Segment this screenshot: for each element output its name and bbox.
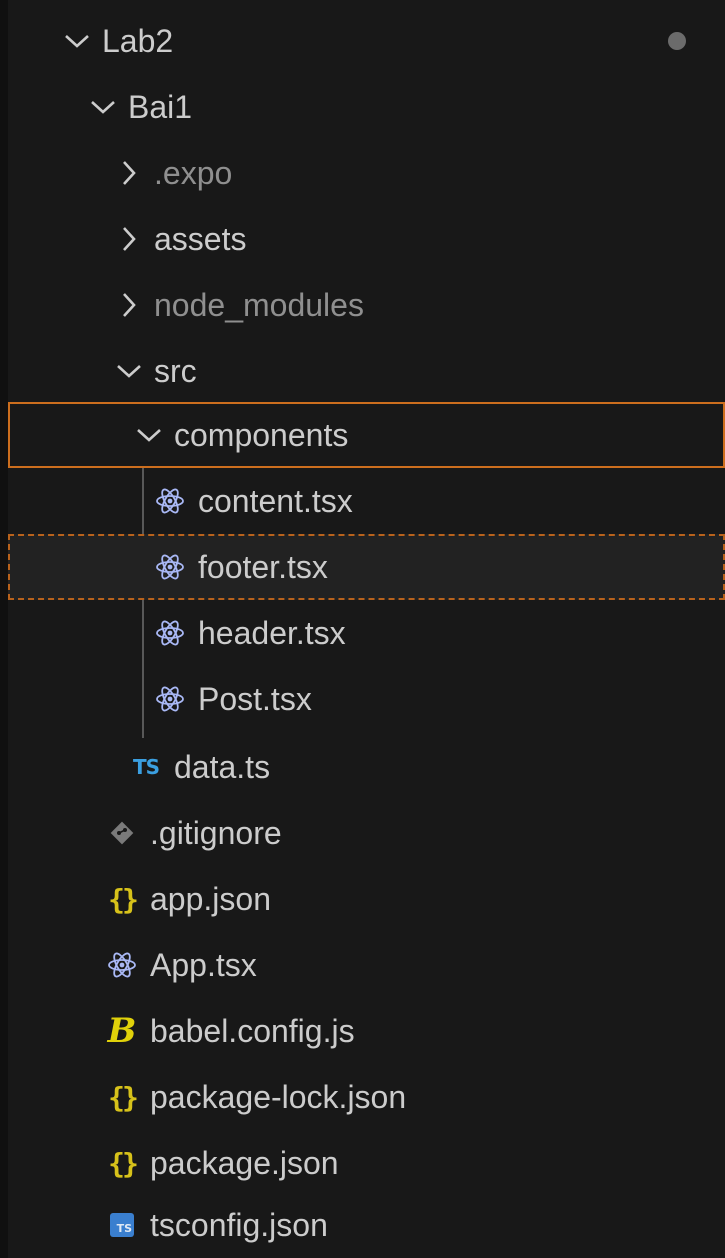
tree-item-bai1[interactable]: Bai1 bbox=[8, 74, 725, 140]
tree-item-components[interactable]: components bbox=[8, 402, 725, 468]
file-explorer: Lab2 Bai1 .expo assets node_modules src bbox=[0, 0, 725, 1258]
chevron-right-icon bbox=[112, 156, 146, 190]
tree-item-app-json[interactable]: {} app.json bbox=[8, 866, 725, 932]
file-label: tsconfig.json bbox=[150, 1207, 328, 1243]
file-label: header.tsx bbox=[198, 615, 346, 651]
react-icon bbox=[104, 947, 140, 983]
tree-item-post-tsx[interactable]: Post.tsx bbox=[8, 666, 725, 732]
tsconfig-icon: TS bbox=[104, 1207, 140, 1243]
git-icon bbox=[104, 815, 140, 851]
file-label: footer.tsx bbox=[198, 549, 328, 585]
tree-item-gitignore[interactable]: .gitignore bbox=[8, 800, 725, 866]
folder-label: src bbox=[154, 353, 197, 389]
folder-label: .expo bbox=[154, 155, 233, 191]
file-label: data.ts bbox=[174, 749, 271, 785]
tree-item-babel-config[interactable]: B babel.config.js bbox=[8, 998, 725, 1064]
tree-item-footer-tsx[interactable]: footer.tsx bbox=[8, 534, 725, 600]
activity-edge bbox=[0, 0, 8, 1258]
json-braces-icon: {} bbox=[108, 882, 139, 916]
file-label: App.tsx bbox=[150, 947, 257, 983]
file-label: Post.tsx bbox=[198, 681, 312, 717]
chevron-right-icon bbox=[112, 288, 146, 322]
tree-item-package-json[interactable]: {} package.json bbox=[8, 1130, 725, 1196]
file-label: package-lock.json bbox=[150, 1079, 407, 1115]
react-icon bbox=[152, 483, 188, 519]
chevron-down-icon bbox=[86, 90, 120, 124]
json-braces-icon: {} bbox=[108, 1146, 139, 1180]
file-label: package.json bbox=[150, 1145, 339, 1181]
folder-label: components bbox=[174, 417, 349, 453]
react-icon bbox=[152, 615, 188, 651]
typescript-icon: TS bbox=[132, 755, 160, 779]
file-label: app.json bbox=[150, 881, 271, 917]
file-label: content.tsx bbox=[198, 483, 353, 519]
file-label: .gitignore bbox=[150, 815, 282, 851]
tree-item-data-ts[interactable]: TS data.ts bbox=[8, 734, 725, 800]
chevron-down-icon bbox=[132, 418, 166, 452]
tree-item-tsconfig-json[interactable]: TS tsconfig.json bbox=[8, 1192, 725, 1258]
react-icon bbox=[152, 549, 188, 585]
folder-label: Lab2 bbox=[102, 23, 174, 59]
tree-item-header-tsx[interactable]: header.tsx bbox=[8, 600, 725, 666]
tree-item-app-tsx[interactable]: App.tsx bbox=[8, 932, 725, 998]
tree-item-src[interactable]: src bbox=[8, 338, 725, 404]
file-label: babel.config.js bbox=[150, 1013, 355, 1049]
react-icon bbox=[152, 681, 188, 717]
tree-item-lab2[interactable]: Lab2 bbox=[8, 8, 725, 74]
json-braces-icon: {} bbox=[108, 1080, 139, 1114]
chevron-right-icon bbox=[112, 222, 146, 256]
chevron-down-icon bbox=[60, 24, 94, 58]
tree-item-content-tsx[interactable]: content.tsx bbox=[8, 468, 725, 534]
tree-item-package-lock-json[interactable]: {} package-lock.json bbox=[8, 1064, 725, 1130]
folder-label: assets bbox=[154, 221, 247, 257]
chevron-down-icon bbox=[112, 354, 146, 388]
tree-item-expo[interactable]: .expo bbox=[8, 140, 725, 206]
folder-label: node_modules bbox=[154, 287, 364, 323]
tree-item-node-modules[interactable]: node_modules bbox=[8, 272, 725, 338]
folder-label: Bai1 bbox=[128, 89, 193, 125]
babel-icon: B bbox=[107, 1011, 137, 1051]
tree-item-assets[interactable]: assets bbox=[8, 206, 725, 272]
